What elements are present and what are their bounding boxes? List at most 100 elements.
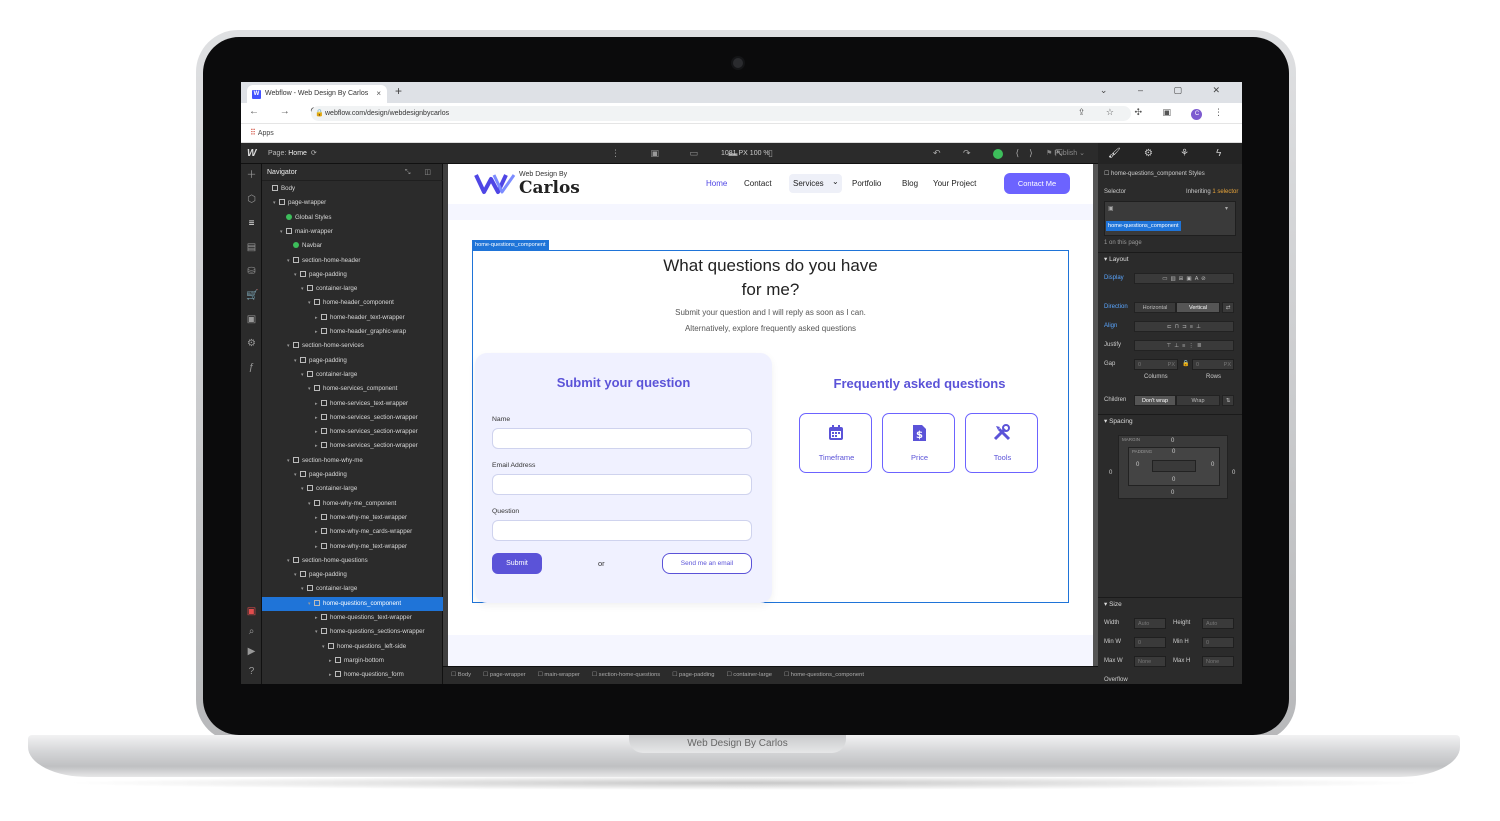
email-field[interactable]: [492, 474, 752, 495]
name-field[interactable]: [492, 428, 752, 449]
navigator-controls[interactable]: ⤡ ◫: [405, 164, 437, 181]
navigator-item[interactable]: ▾ section-home-header: [262, 254, 443, 268]
navigator-item[interactable]: ▾ section-home-why-me: [262, 454, 443, 468]
interactions-tab-icon[interactable]: ⚘: [1180, 143, 1189, 164]
faq-card-tools[interactable]: Tools: [965, 413, 1038, 473]
breadcrumb-item[interactable]: ☐ container-large: [726, 672, 771, 678]
nav-blog[interactable]: Blog: [902, 179, 918, 188]
navigator-item[interactable]: ▾ home-services_component: [262, 382, 443, 396]
display-options[interactable]: ▭ ▥ ⊞ ▣ A ⊘: [1134, 273, 1234, 284]
align-options[interactable]: ⊏ ⊓ ⊐ ≡ ⊥: [1134, 321, 1234, 332]
faq-card-timeframe[interactable]: Timeframe: [799, 413, 872, 473]
min-w-input[interactable]: 0: [1134, 637, 1166, 648]
navigator-item[interactable]: ▸ home-services_section-wrapper: [262, 439, 443, 453]
symbols-icon[interactable]: ⬡: [246, 194, 257, 205]
pages-icon[interactable]: ▤: [246, 242, 257, 253]
new-tab-button[interactable]: +: [395, 84, 402, 98]
direction-horizontal[interactable]: Horizontal: [1134, 302, 1176, 313]
question-field[interactable]: [492, 520, 752, 541]
navigator-item[interactable]: ▸ home-questions_text-wrapper: [262, 611, 443, 625]
max-w-input[interactable]: None: [1134, 656, 1166, 667]
margin-left-value[interactable]: 0: [1109, 470, 1112, 476]
navigator-item[interactable]: Navbar: [262, 239, 443, 253]
selector-dropdown-icon[interactable]: ▾: [1225, 205, 1228, 212]
browser-tab[interactable]: W Webflow - Web Design By Carlos ×: [247, 85, 387, 103]
ecommerce-icon[interactable]: 🛒: [246, 290, 258, 301]
navigator-item[interactable]: ▾ home-questions_sections-wrapper: [262, 625, 443, 639]
breadcrumb-item[interactable]: ☐ main-wrapper: [538, 672, 580, 678]
spacing-section[interactable]: ▾ Spacing: [1098, 414, 1242, 426]
settings-tab-gear-icon[interactable]: ⚙: [1144, 143, 1153, 164]
add-panel-icon[interactable]: ＋: [246, 170, 257, 181]
browser-toolbar-icons[interactable]: ⇪ ☆ ✣ ▣ C ⋮: [1078, 107, 1232, 120]
gap-columns-input[interactable]: 0 PX: [1134, 359, 1178, 370]
gap-rows-input[interactable]: 0 PX: [1192, 359, 1234, 370]
height-input[interactable]: Auto: [1202, 618, 1234, 629]
padding-bottom-value[interactable]: 0: [1172, 477, 1175, 483]
width-input[interactable]: Auto: [1134, 618, 1166, 629]
size-section[interactable]: ▾ Size: [1098, 597, 1242, 609]
max-h-input[interactable]: None: [1202, 656, 1234, 667]
breadcrumb-item[interactable]: ☐ page-padding: [672, 672, 714, 678]
min-h-input[interactable]: 0: [1202, 637, 1234, 648]
profile-avatar[interactable]: C: [1191, 109, 1203, 120]
navigator-item[interactable]: ▸ margin-bottom: [262, 654, 443, 668]
navigator-item[interactable]: Body: [262, 182, 443, 196]
navigator-item[interactable]: ▸ home-why-me_text-wrapper: [262, 511, 443, 525]
lightning-tab-icon[interactable]: ϟ: [1216, 143, 1221, 164]
navigator-item[interactable]: ▾ page-padding: [262, 568, 443, 582]
wrap-button[interactable]: Wrap: [1176, 395, 1220, 406]
class-pill[interactable]: home-questions_component: [1106, 221, 1181, 231]
padding-left-value[interactable]: 0: [1136, 462, 1139, 468]
direction-vertical[interactable]: Vertical: [1176, 302, 1220, 313]
navigator-item[interactable]: ▸ home-header_graphic-wrap: [262, 325, 443, 339]
services-chevron-icon[interactable]: ⌄: [832, 177, 839, 186]
navigator-item[interactable]: ▾ page-padding: [262, 268, 443, 282]
navigator-item-selected[interactable]: ▾ home-questions_component: [262, 596, 443, 611]
margin-bottom-value[interactable]: 0: [1171, 490, 1174, 496]
navigator-item[interactable]: ▾ page-wrapper: [262, 196, 443, 210]
navigator-item[interactable]: ▾ section-home-questions: [262, 554, 443, 568]
navigator-item[interactable]: ▾ container-large: [262, 582, 443, 596]
nav-your-project[interactable]: Your Project: [933, 179, 976, 188]
navigator-item[interactable]: ▾ home-questions_left-side: [262, 640, 443, 654]
navigator-item[interactable]: ▾ main-wrapper: [262, 225, 443, 239]
settings-gear-icon[interactable]: ⚙: [246, 338, 257, 349]
audit-icon[interactable]: ▣: [246, 606, 257, 617]
search-icon[interactable]: ⌕: [246, 626, 257, 637]
submit-button[interactable]: Submit: [492, 553, 542, 574]
nav-services[interactable]: Services: [793, 179, 824, 188]
help-icon[interactable]: ?: [246, 666, 257, 677]
webflow-logo-icon[interactable]: W: [247, 143, 256, 164]
url-field[interactable]: 🔒 webflow.com/design/webdesignbycarlos: [311, 106, 1131, 121]
navigator-item[interactable]: Global Styles: [262, 211, 443, 225]
navigator-item[interactable]: ▾ section-home-services: [262, 339, 443, 353]
faq-card-price[interactable]: $ Price: [882, 413, 955, 473]
navigator-item[interactable]: ▾ container-large: [262, 368, 443, 382]
apps-grid-icon[interactable]: ⠿: [250, 128, 256, 137]
bookmark-apps[interactable]: Apps: [258, 130, 274, 137]
style-tab-brush-icon[interactable]: 🖌: [1108, 143, 1121, 164]
navigator-item[interactable]: ▸ home-services_text-wrapper: [262, 397, 443, 411]
contact-me-button[interactable]: Contact Me: [1004, 173, 1070, 194]
nav-contact[interactable]: Contact: [744, 179, 772, 188]
navigator-item[interactable]: ▾ home-why-me_component: [262, 497, 443, 511]
margin-top-value[interactable]: 0: [1171, 438, 1174, 444]
navigator-item[interactable]: ▸ home-why-me_cards-wrapper: [262, 525, 443, 539]
breadcrumb-item[interactable]: ☐ home-questions_component: [784, 672, 864, 678]
navigator-item[interactable]: ▾ container-large: [262, 482, 443, 496]
navigator-item[interactable]: ▾ container-large: [262, 282, 443, 296]
gap-lock-icon[interactable]: 🔒: [1182, 360, 1189, 367]
navigator-item[interactable]: ▾ home-header_component: [262, 296, 443, 310]
layout-section[interactable]: ▾ Layout: [1098, 252, 1242, 264]
site-preview[interactable]: Web Design By Carlos Home Contact Servic…: [448, 164, 1093, 666]
navigator-item[interactable]: ▾ page-padding: [262, 354, 443, 368]
reverse-icon[interactable]: ⇄: [1222, 302, 1234, 313]
navigator-icon[interactable]: ≡: [246, 218, 257, 229]
navigator-item[interactable]: ▸ home-why-me_text-wrapper: [262, 540, 443, 554]
breadcrumb-item[interactable]: ☐ page-wrapper: [483, 672, 526, 678]
assets-icon[interactable]: ▣: [246, 314, 257, 325]
breadcrumb-item[interactable]: ☐ Body: [451, 672, 471, 678]
wrap-reverse-icon[interactable]: ⇅: [1222, 395, 1234, 406]
padding-top-value[interactable]: 0: [1172, 449, 1175, 455]
